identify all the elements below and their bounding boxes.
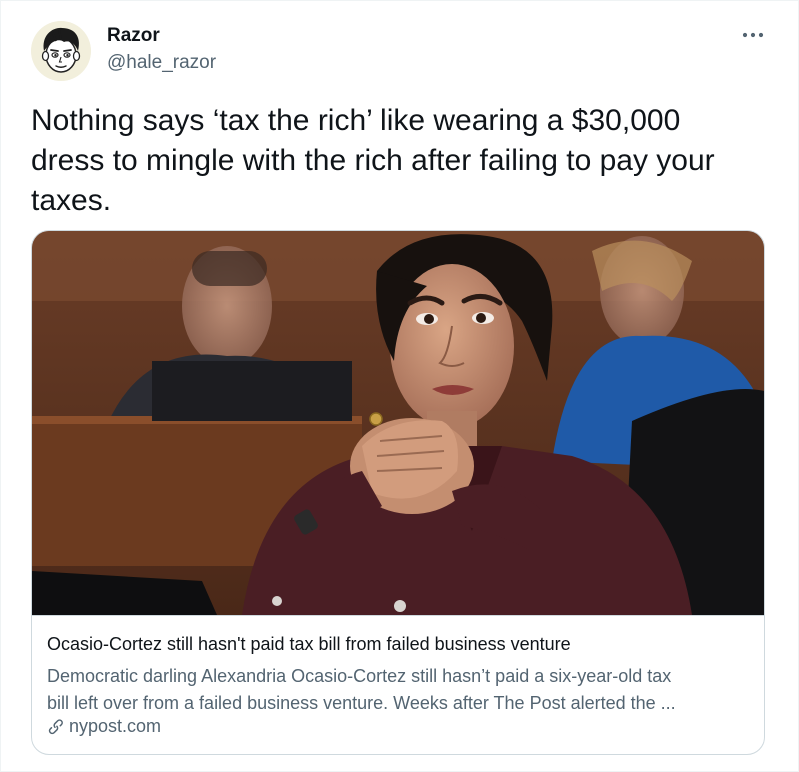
article-photo [32,231,764,615]
avatar[interactable] [31,21,91,81]
card-description: Democratic darling Alexandria Ocasio-Cor… [47,663,747,717]
cartoon-avatar-icon [31,21,91,81]
tweet-container: Razor @hale_razor Nothing says ‘tax the … [0,0,799,772]
author-handle[interactable]: @hale_razor [107,52,216,74]
card-title[interactable]: Ocasio-Cortez still hasn't paid tax bill… [47,634,571,655]
card-domain-link[interactable]: nypost.com [47,716,161,737]
link-icon [48,718,63,734]
more-options-button[interactable] [738,23,768,47]
card-description-line: bill left over from a failed business ve… [47,693,676,713]
more-horizontal-icon [742,32,764,38]
card-body: Ocasio-Cortez still hasn't paid tax bill… [32,615,764,754]
card-domain: nypost.com [69,716,162,736]
card-description-line: Democratic darling Alexandria Ocasio-Cor… [47,666,672,686]
tweet-text: Nothing says ‘tax the rich’ like wearing… [31,104,715,217]
author-name[interactable]: Razor [107,25,160,47]
link-preview-card[interactable]: Ocasio-Cortez still hasn't paid tax bill… [31,230,765,755]
